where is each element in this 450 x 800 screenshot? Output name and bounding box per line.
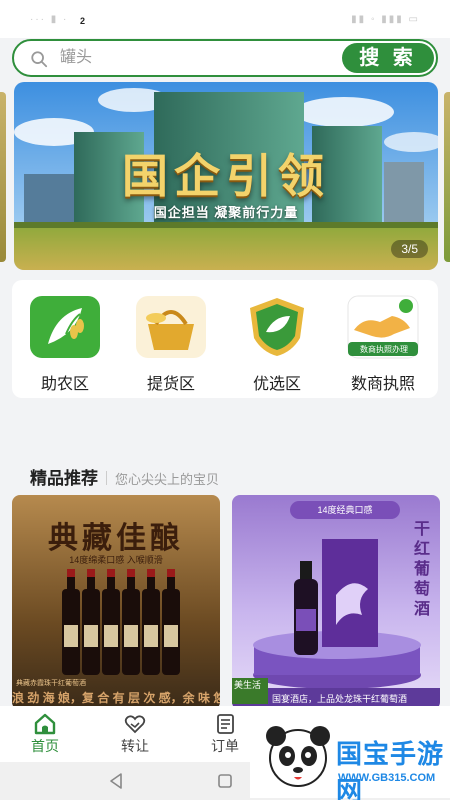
banner-title: 国企引领	[122, 149, 330, 203]
product-card[interactable]: 典藏佳酿 14度绵柔口感 入喉顺滑 典藏赤霞珠干红葡萄酒 浪 劲 海 娘，复 合…	[12, 495, 220, 710]
quick-menu-label: 提货区	[146, 376, 195, 393]
quick-menu-item-license[interactable]: 数商执照办理 数商执照	[330, 290, 436, 393]
banner-prev-peek	[0, 92, 6, 262]
quick-menu-item-pickup[interactable]: 提货区	[118, 290, 224, 393]
section-subtitle: 您心尖尖上的宝贝	[115, 472, 220, 487]
order-list-icon	[217, 714, 234, 734]
search-input[interactable]	[60, 47, 330, 69]
heart-hand-icon	[124, 715, 146, 734]
status-left: ··· ▮ ·	[30, 14, 69, 25]
wine-bottles-image	[62, 569, 180, 675]
home-icon	[34, 713, 56, 735]
quick-menu-label: 优选区	[252, 376, 301, 393]
product-title: 典藏佳酿	[48, 521, 184, 556]
notification-count: 2	[80, 16, 86, 26]
banner-carousel[interactable]: 国企引领 国企担当 凝聚前行力量 3/5	[14, 82, 438, 270]
status-right: ▮▮ ◦ ▮▮▮ ▭	[351, 14, 420, 25]
banner-next-peek	[444, 92, 450, 262]
green-shield-icon	[250, 298, 304, 356]
search-icon	[31, 51, 48, 68]
quick-menu-item-farm[interactable]: 助农区	[12, 290, 118, 393]
quick-menu-item-select[interactable]: 优选区	[224, 290, 330, 393]
status-bar: ··· ▮ · 2 ▮▮ ◦ ▮▮▮ ▭	[0, 0, 450, 38]
product-card[interactable]: 14度经典口感 干红葡萄酒 国宴酒店，上品处龙珠干红葡萄酒 美生活	[232, 495, 440, 710]
product-footer: 浪 劲 海 娘，复 合 有 层 次 感，余 味 悠 长 持 久	[12, 691, 220, 705]
watermark-title: 国宝手游网	[336, 739, 445, 800]
section-heading: 精品推荐 您心尖尖上的宝贝	[30, 464, 220, 488]
home-button-icon[interactable]	[215, 771, 235, 791]
quick-menu-label: 数商执照	[350, 376, 415, 393]
watermark: 国宝手游网 WWW.GB315.COM	[250, 712, 450, 800]
product-badge: 美生活	[232, 678, 268, 704]
quick-menu: 助农区 提货区 优选区 数商执照办理 数商执照	[12, 280, 438, 398]
banner-page-indicator: 3/5	[391, 240, 428, 258]
product-tag: 14度经典口感	[290, 501, 400, 519]
product-subtitle: 14度绵柔口感 入喉顺滑	[69, 555, 163, 565]
product-small-text: 典藏赤霞珠干红葡萄酒	[16, 680, 86, 687]
gold-basket-icon	[136, 296, 206, 358]
panda-logo-icon	[266, 726, 330, 787]
nav-label: 转让	[121, 738, 149, 754]
back-icon[interactable]	[106, 771, 126, 791]
watermark-url: WWW.GB315.COM	[338, 772, 436, 784]
wine-box-image	[253, 539, 421, 689]
quick-menu-label: 助农区	[40, 376, 89, 393]
search-bar: 搜 索	[12, 39, 438, 77]
section-title: 精品推荐	[30, 469, 98, 488]
search-button[interactable]: 搜 索	[342, 43, 434, 73]
banner-subtitle: 国企担当 凝聚前行力量	[153, 205, 299, 220]
nav-label: 首页	[31, 738, 59, 754]
nav-transfer[interactable]: 转让	[90, 706, 180, 762]
nav-home[interactable]: 首页	[0, 706, 90, 762]
rice-leaf-icon	[30, 296, 100, 358]
section-divider	[106, 471, 107, 485]
license-badge: 数商执照办理	[360, 345, 408, 354]
